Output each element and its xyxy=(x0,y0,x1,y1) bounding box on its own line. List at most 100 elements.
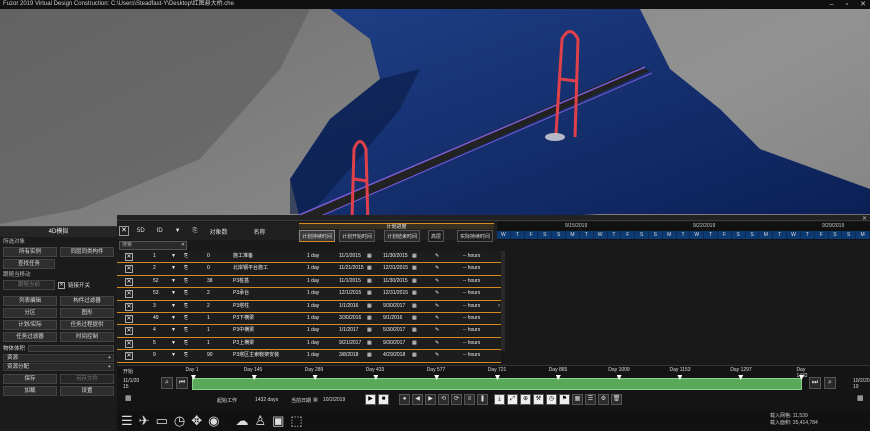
graphics-button[interactable]: 图形 xyxy=(60,308,114,318)
calendar-small-icon[interactable]: ▦ xyxy=(313,397,318,403)
clock-icon[interactable]: ◷ xyxy=(546,394,557,405)
gantt-icon[interactable]: ≡ xyxy=(464,394,475,405)
table-row[interactable]: ✕ 4 ▼ ⎘ 1 P3中横梁 1 day 1/1/2017 ▦ 5/30/2017 ▦ ✎ -- ho… xyxy=(117,325,501,338)
calendar-icon[interactable]: ▦ xyxy=(412,325,417,336)
step-forward-icon[interactable]: ⏭ xyxy=(809,377,821,389)
same-layer-type-button[interactable]: 同层同类构件 xyxy=(60,247,114,257)
time-control-button[interactable]: 时间控制 xyxy=(60,332,114,342)
record-icon[interactable]: ● xyxy=(399,394,410,405)
edit-icon[interactable]: ✎ xyxy=(435,313,439,324)
settings-button[interactable]: 设置 xyxy=(60,386,114,396)
calendar-icon[interactable]: ▦ xyxy=(412,301,417,312)
resource-bar[interactable]: 资源 + xyxy=(3,354,114,362)
component-filter-button[interactable]: 构件过滤器 xyxy=(60,296,114,306)
plane-icon[interactable]: ✈ xyxy=(139,412,150,430)
objects-column-label[interactable]: 对象数 xyxy=(209,227,227,236)
id-column-label[interactable]: ID xyxy=(157,228,163,234)
link-icon[interactable]: ⎘ xyxy=(184,301,188,312)
search-input[interactable]: 搜索 ✕ xyxy=(119,241,187,250)
edit-icon[interactable]: ✎ xyxy=(435,251,439,262)
calendar-icon[interactable]: ▦ xyxy=(412,313,417,324)
link-icon[interactable]: ⎘ xyxy=(184,338,188,349)
row-checkbox[interactable]: ✕ xyxy=(125,302,133,311)
calendar-icon[interactable]: ▦ xyxy=(367,301,372,312)
col-planned-end[interactable]: 计划结束时间 xyxy=(384,230,421,242)
calendar-end-icon[interactable]: ▦ xyxy=(857,394,864,402)
calendar-icon[interactable]: ▦ xyxy=(367,288,372,299)
filter-icon[interactable]: ▼ xyxy=(171,276,176,287)
save-as-button[interactable]: 另存文件 xyxy=(60,374,114,384)
link-icon[interactable]: ⎘ xyxy=(184,313,188,324)
screenshot-icon[interactable]: ▣ xyxy=(272,412,284,430)
calendar-icon[interactable]: ▦ xyxy=(367,263,372,274)
grid-scrollbar[interactable] xyxy=(501,251,505,351)
link-icon[interactable]: ⎘ xyxy=(184,276,188,287)
table-row[interactable]: ✕ 52 ▼ ⎘ 38 P3桩基 1 day 11/1/2015 ▦ 11/30/2015 ▦ ✎ --… xyxy=(117,275,501,289)
move-icon[interactable]: ✥ xyxy=(191,412,202,430)
calendar-icon[interactable]: ▦ xyxy=(412,350,417,361)
list-edit-button[interactable]: 列表编辑 xyxy=(3,296,57,306)
table-row[interactable]: ✕ 5 ▼ ⎘ 1 P3上横梁 1 day 9/21/2017 ▦ 9/30/2017 ▦ ✎ -- h… xyxy=(117,337,501,351)
col-level[interactable]: 高层 xyxy=(428,230,445,242)
link-icon[interactable]: ⎘ xyxy=(184,263,188,274)
load-button[interactable]: 加载 xyxy=(3,386,57,396)
table-row[interactable]: ✕ 49 ▼ ⎘ 1 P3下横梁 1 day 3/30/2016 ▦ 9/1/2016 ▦ ✎ -- h… xyxy=(117,312,501,326)
clock-icon[interactable]: ◷ xyxy=(174,412,185,430)
table-row[interactable]: ✕ 9 ▼ ⎘ 90 P3塔区主索鞍架安装 1 day 3/8/2018 ▦ 4/29/2018 ▦… xyxy=(117,350,501,363)
filter-icon[interactable]: ▼ xyxy=(175,228,181,234)
filter-icon[interactable]: ▼ xyxy=(171,263,176,274)
link-icon[interactable]: ⎘ xyxy=(193,228,198,235)
calendar-icon[interactable]: ▦ xyxy=(412,288,417,299)
filter-icon[interactable]: ▼ xyxy=(171,338,176,349)
step-back-icon[interactable]: ⏮ xyxy=(176,377,188,389)
close-grid-icon[interactable]: ✕ xyxy=(119,226,129,236)
col-planned-duration[interactable]: 计划持续时间 xyxy=(299,230,336,242)
row-checkbox[interactable]: ✕ xyxy=(125,253,133,261)
rewind-icon[interactable]: ⟲ xyxy=(438,394,449,405)
edit-icon[interactable]: ✎ xyxy=(435,338,439,349)
flag-icon[interactable]: ⚑ xyxy=(559,394,570,405)
forward-icon[interactable]: ⟳ xyxy=(451,394,462,405)
stop-icon[interactable]: ■ xyxy=(378,394,389,405)
delete-icon[interactable]: 🗑 xyxy=(611,394,622,405)
crane-icon[interactable]: ⚒ xyxy=(533,394,544,405)
follow-current-button[interactable]: 跟随当前 xyxy=(3,280,55,290)
calendar-icon[interactable]: ▦ xyxy=(412,338,417,349)
calendar-icon[interactable]: ▦ xyxy=(367,350,372,361)
calendar-icon[interactable]: ▦ xyxy=(367,276,372,287)
link-switch-checkbox[interactable]: ✕ xyxy=(58,281,65,289)
link-icon[interactable]: ⎘ xyxy=(184,325,188,336)
people-icon[interactable]: ♙ xyxy=(254,412,266,430)
close-button[interactable]: ✕ xyxy=(860,0,866,9)
find-task-button[interactable]: 查找任务 xyxy=(3,259,55,269)
filter-icon[interactable]: ▼ xyxy=(171,350,176,361)
edit-icon[interactable]: ✎ xyxy=(435,288,439,299)
panel-close-icon[interactable]: ✕ xyxy=(862,215,867,222)
clear-search-icon[interactable]: ✕ xyxy=(181,242,185,249)
calendar-icon[interactable]: ▦ xyxy=(412,263,417,274)
calendar-icon[interactable]: ▦ xyxy=(367,325,372,336)
filter-icon[interactable]: ▼ xyxy=(171,251,176,262)
list-icon[interactable]: ☰ xyxy=(585,394,596,405)
filter-icon[interactable]: ▼ xyxy=(171,325,176,336)
calendar-icon[interactable]: ▦ xyxy=(367,251,372,262)
row-checkbox[interactable]: ✕ xyxy=(125,352,133,361)
calendar-icon[interactable]: ▦ xyxy=(412,276,417,287)
prev-frame-icon[interactable]: ◀ xyxy=(412,394,423,405)
edit-icon[interactable]: ✎ xyxy=(435,276,439,287)
row-checkbox[interactable]: ✕ xyxy=(125,277,133,286)
row-checkbox[interactable]: ✕ xyxy=(125,327,133,336)
link-icon[interactable]: ⎘ xyxy=(184,350,188,361)
grid-icon[interactable]: ▦ xyxy=(572,394,583,405)
calendar-icon[interactable]: ▦ xyxy=(367,313,372,324)
link-icon[interactable]: ⎘ xyxy=(184,288,188,299)
mode-5d[interactable]: 5D xyxy=(137,228,145,234)
timeline-track[interactable] xyxy=(191,375,804,390)
table-row[interactable]: ✕ 53 ▼ ⎘ 2 P3承台 1 day 12/1/2015 ▦ 12/31/2015 ▦ ✎ -- … xyxy=(117,288,501,301)
vr-icon[interactable]: ◉ xyxy=(208,412,219,430)
maximize-button[interactable]: ▫ xyxy=(846,0,848,9)
col-actual-duration[interactable]: 实际持续时间 xyxy=(457,230,494,242)
resource-alloc-bar[interactable]: 资源分配 + xyxy=(3,363,114,371)
save-button[interactable]: 保存 xyxy=(3,374,57,384)
filter-icon[interactable]: ▼ xyxy=(171,313,176,324)
